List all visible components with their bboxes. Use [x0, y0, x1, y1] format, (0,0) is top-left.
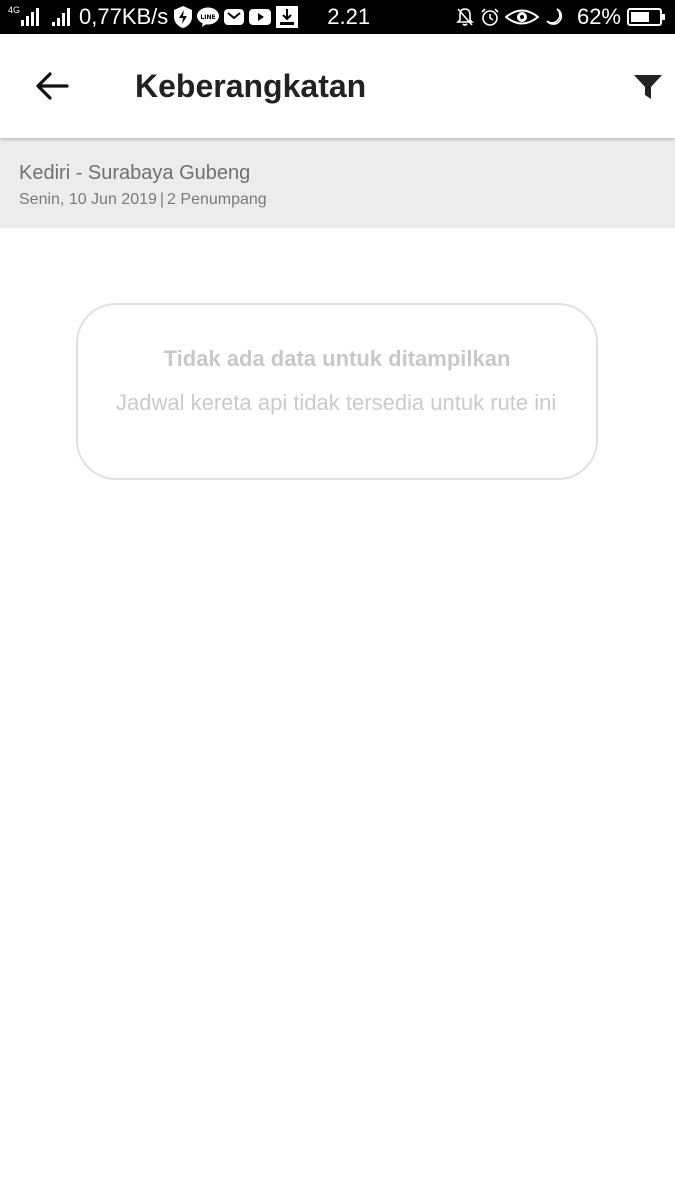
status-left: 4G 0,77KB/s LINE 2.21	[8, 0, 376, 34]
bell-muted-icon	[455, 5, 475, 29]
clock-time: 2.21	[327, 4, 371, 29]
moon-icon	[544, 5, 564, 29]
screen: 4G 0,77KB/s LINE 2.21 62% Keberangkatan …	[0, 0, 675, 1200]
travel-date: Senin, 10 Jun 2019	[19, 191, 157, 208]
back-button[interactable]	[30, 66, 74, 106]
filter-button[interactable]	[631, 70, 665, 104]
download-icon	[276, 5, 299, 29]
arrow-left-icon	[36, 72, 69, 100]
signal-icon	[21, 5, 47, 29]
page-title: Keberangkatan	[135, 68, 367, 104]
svg-text:LINE: LINE	[201, 14, 216, 21]
passenger-count: 2 Penumpang	[167, 191, 267, 208]
filter-icon	[634, 75, 662, 99]
route-name: Kediri - Surabaya Gubeng	[19, 162, 251, 184]
data-speed: 0,77KB/s	[79, 4, 169, 29]
route-summary: Kediri - Surabaya Gubeng Senin, 10 Jun 2…	[0, 138, 675, 228]
line-app-icon: LINE	[197, 5, 220, 29]
youtube-icon	[249, 5, 272, 29]
alarm-icon	[480, 5, 500, 29]
status-right: 62%	[455, 0, 665, 34]
eye-icon	[504, 5, 539, 29]
signal-2-icon	[52, 5, 74, 29]
data-saver-icon	[174, 5, 193, 29]
status-bar: 4G 0,77KB/s LINE 2.21 62%	[0, 0, 675, 34]
details-separator: |	[159, 191, 165, 208]
battery-percent: 62%	[576, 4, 621, 29]
empty-state-title: Tidak ada data untuk ditampilkan	[163, 346, 511, 371]
route-details: Senin, 10 Jun 2019 | 2 Penumpang	[19, 190, 656, 210]
network-type: 4G	[8, 5, 21, 15]
empty-state-message: Jadwal kereta api tidak tersedia untuk r…	[116, 390, 557, 415]
empty-state-card: Tidak ada data untuk ditampilkan Jadwal …	[76, 303, 598, 480]
app-bar: Keberangkatan	[0, 34, 675, 138]
battery-icon	[627, 5, 665, 29]
mail-icon	[224, 5, 245, 29]
